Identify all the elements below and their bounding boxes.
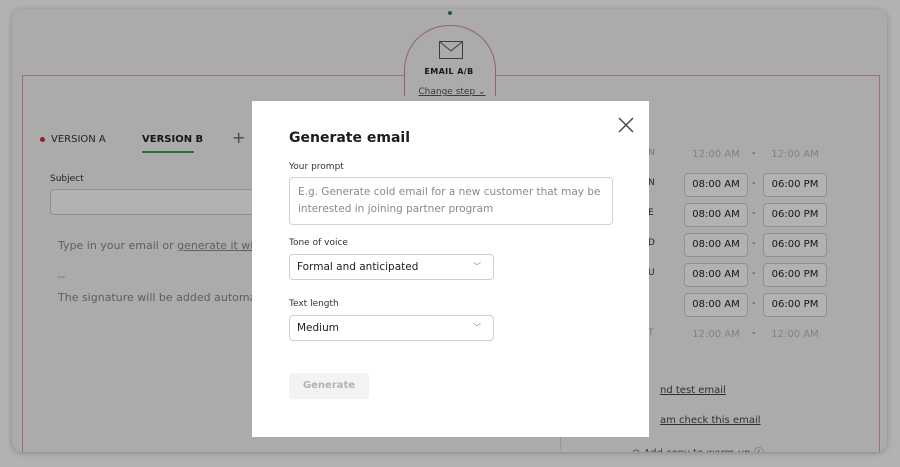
prompt-input[interactable] [298,184,604,218]
generate-button[interactable]: Generate [289,373,369,399]
tone-label: Tone of voice [289,238,348,248]
length-label: Text length [289,299,339,309]
chevron-down-icon: ﹀ [473,262,481,271]
chevron-down-icon: ﹀ [473,323,481,332]
dialog-title: Generate email [289,130,410,146]
prompt-field[interactable] [289,177,613,225]
tone-select[interactable]: Formal and anticipated ﹀ [289,254,494,280]
close-icon[interactable] [616,115,636,135]
generate-email-dialog: Generate email Your prompt Tone of voice… [252,101,649,437]
prompt-label: Your prompt [289,162,344,172]
length-selected-value: Medium [297,322,339,334]
tone-selected-value: Formal and anticipated [297,261,419,273]
length-select[interactable]: Medium ﹀ [289,315,494,341]
